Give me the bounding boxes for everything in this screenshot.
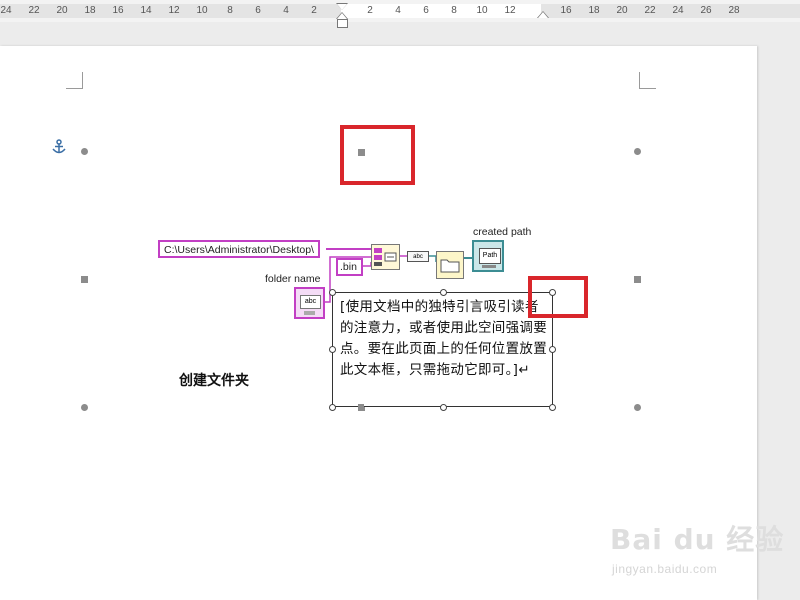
right-indent-marker-fill	[538, 12, 548, 18]
ruler-label: 28	[728, 5, 740, 16]
highlight-box-right	[528, 276, 588, 318]
path-indicator-text: Path	[479, 248, 501, 264]
textbox-handle-bottom-middle[interactable]	[440, 404, 447, 411]
create-folder-node[interactable]	[436, 251, 464, 279]
resize-handle-top-right[interactable]	[634, 148, 641, 155]
ruler-label: 4	[395, 5, 401, 16]
textbox-handle-top-middle[interactable]	[440, 289, 447, 296]
resize-handle-bottom-right[interactable]	[634, 404, 641, 411]
folder-icon	[440, 259, 460, 273]
ruler-label: 8	[227, 5, 233, 16]
textbox-handle-top-left[interactable]	[329, 289, 336, 296]
ruler-label: 14	[140, 5, 152, 16]
horizontal-ruler[interactable]: 24 22 20 18 16 14 12 10 8 6 4 2 2 4 6 8 …	[0, 0, 800, 28]
textbox-handle-bottom-left[interactable]	[329, 404, 336, 411]
extension-constant[interactable]: .bin	[336, 258, 363, 276]
ruler-label: 6	[423, 5, 429, 16]
ruler-label: 20	[56, 5, 68, 16]
ruler-label: 12	[504, 5, 516, 16]
resize-handle-bottom-left[interactable]	[81, 404, 88, 411]
ruler-label: 16	[560, 5, 572, 16]
ruler-label: 18	[84, 5, 96, 16]
path-constant[interactable]: C:\Users\Administrator\Desktop\	[158, 240, 320, 258]
page-title: 创建文件夹	[179, 373, 249, 389]
ruler-label: 24	[672, 5, 684, 16]
ruler-label: 18	[588, 5, 600, 16]
highlight-box-top	[340, 125, 415, 185]
ruler-label: 24	[0, 5, 12, 16]
ruler-label: 10	[196, 5, 208, 16]
folder-name-control[interactable]: abc	[294, 287, 325, 319]
build-path-node[interactable]	[371, 244, 400, 270]
build-path-icon	[374, 248, 397, 266]
textbox-handle-middle-right[interactable]	[549, 346, 556, 353]
text-box-content[interactable]: [使用文档中的独特引言吸引读者的注意力，或者使用此空间强调要点。要在此页面上的任…	[340, 297, 550, 381]
ruler-label: 2	[367, 5, 373, 16]
ruler-label: 12	[168, 5, 180, 16]
baidu-watermark: Bai du 经验	[610, 523, 785, 556]
first-line-indent-marker-fill	[337, 4, 347, 10]
textbox-handle-middle-left[interactable]	[329, 346, 336, 353]
ruler-label: 4	[283, 5, 289, 16]
ruler-label: 10	[476, 5, 488, 16]
ruler-label: 8	[451, 5, 457, 16]
ruler-label: 16	[112, 5, 124, 16]
ruler-label: 22	[644, 5, 656, 16]
string-control-bar	[304, 311, 315, 315]
folder-name-label: folder name	[265, 273, 321, 285]
margin-corner-top-left	[66, 72, 83, 89]
resize-handle-middle-right[interactable]	[634, 276, 641, 283]
left-indent-marker[interactable]	[337, 19, 348, 28]
ruler-label: 22	[28, 5, 40, 16]
ruler-label: 20	[616, 5, 628, 16]
created-path-label: created path	[473, 226, 532, 238]
ruler-label: 26	[700, 5, 712, 16]
resize-handle-middle-left[interactable]	[81, 276, 88, 283]
margin-corner-top-right	[639, 72, 656, 89]
anchor-icon[interactable]	[51, 139, 67, 155]
resize-handle-top-left[interactable]	[81, 148, 88, 155]
textbox-handle-bottom-right[interactable]	[549, 404, 556, 411]
ruler-label: 2	[311, 5, 317, 16]
string-to-path-node[interactable]: abc	[407, 251, 429, 262]
textbox-anchor-square	[358, 404, 364, 410]
string-control-text: abc	[300, 295, 321, 309]
baidu-watermark-url: jingyan.baidu.com	[612, 562, 718, 576]
path-indicator-bar	[482, 265, 496, 268]
ruler-label: 6	[255, 5, 261, 16]
created-path-indicator[interactable]: Path	[472, 240, 504, 272]
